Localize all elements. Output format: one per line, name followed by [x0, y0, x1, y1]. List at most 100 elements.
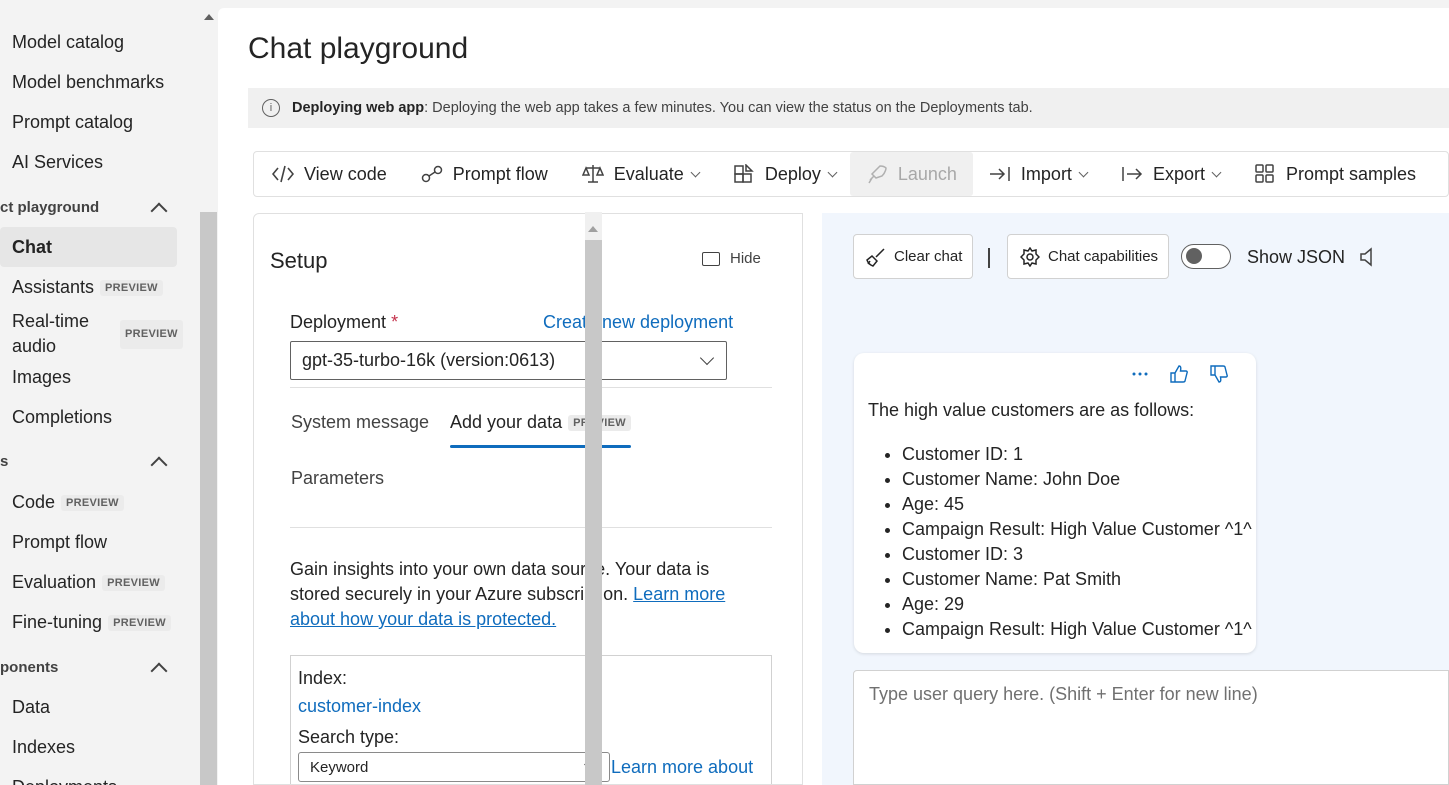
- more-options-icon[interactable]: [1132, 371, 1148, 377]
- nav-assistants[interactable]: Assistants PREVIEW: [12, 277, 163, 298]
- setup-panel: Setup Hide Deployment * Create new deplo…: [253, 213, 803, 785]
- nav-completions[interactable]: Completions: [12, 407, 112, 428]
- deployment-select[interactable]: gpt-35-turbo-16k (version:0613): [290, 341, 727, 380]
- chevron-down-icon: [690, 167, 701, 177]
- preview-badge: PREVIEW: [102, 574, 165, 591]
- data-description: Gain insights into your own data source.…: [290, 559, 726, 629]
- user-query-input[interactable]: Type user query here. (Shift + Enter for…: [853, 670, 1449, 785]
- grid-icon: [1254, 164, 1276, 184]
- scroll-up-arrow-icon[interactable]: [588, 226, 598, 232]
- prompt-flow-button[interactable]: Prompt flow: [421, 152, 548, 196]
- toggle-knob: [1186, 248, 1202, 264]
- hide-button[interactable]: Hide: [702, 250, 761, 267]
- scrollbar-thumb[interactable]: [200, 212, 217, 785]
- scrollbar-thumb[interactable]: [585, 240, 602, 785]
- import-button[interactable]: Import: [989, 152, 1089, 196]
- nav-code[interactable]: Code PREVIEW: [12, 492, 124, 513]
- preview-badge: PREVIEW: [120, 319, 183, 349]
- nav-model-catalog[interactable]: Model catalog: [12, 32, 124, 53]
- banner-title: Deploying web app: [292, 100, 425, 116]
- divider: [290, 387, 772, 388]
- section-playground-heading[interactable]: ct playground: [0, 199, 99, 216]
- scale-icon: [581, 164, 604, 184]
- prompt-samples-button[interactable]: Prompt samples: [1254, 152, 1416, 196]
- banner-text: : Deploying the web app takes a few minu…: [424, 100, 1033, 116]
- sidebar-scrollbar[interactable]: [200, 0, 217, 785]
- info-icon: i: [262, 99, 280, 117]
- tab-add-your-data[interactable]: Add your data PREVIEW: [450, 412, 631, 433]
- thumbs-up-icon[interactable]: [1170, 365, 1188, 383]
- search-type-label: Search type:: [298, 727, 400, 747]
- nav-fine-tuning[interactable]: Fine-tuning PREVIEW: [12, 612, 171, 633]
- nav-images[interactable]: Images: [12, 367, 71, 388]
- nav-chat[interactable]: Chat: [12, 237, 52, 258]
- export-button[interactable]: Export: [1121, 152, 1222, 196]
- query-placeholder: Type user query here. (Shift + Enter for…: [869, 684, 1258, 704]
- cube-icon: [733, 164, 755, 184]
- section-components-heading[interactable]: ponents: [0, 659, 58, 676]
- search-type-select[interactable]: Keyword: [298, 752, 610, 782]
- chevron-down-icon: [1211, 167, 1222, 177]
- separator: [988, 248, 990, 268]
- nav-realtime-audio[interactable]: Real-time audio PREVIEW: [12, 309, 183, 359]
- tab-parameters[interactable]: Parameters: [291, 468, 384, 489]
- deploy-button[interactable]: Deploy: [733, 152, 838, 196]
- preview-badge: PREVIEW: [100, 279, 163, 296]
- list-item: Customer ID: 1: [902, 442, 1252, 467]
- show-json-label: Show JSON: [1247, 247, 1346, 267]
- launch-button[interactable]: Launch: [849, 152, 973, 196]
- sidebar: Model catalog Model benchmarks Prompt ca…: [0, 0, 200, 785]
- broom-icon: [866, 247, 886, 267]
- nav-prompt-catalog[interactable]: Prompt catalog: [12, 112, 133, 133]
- show-json-toggle[interactable]: [1181, 244, 1231, 269]
- code-icon: [272, 165, 294, 183]
- evaluate-button[interactable]: Evaluate: [581, 152, 701, 196]
- list-item: Age: 45: [902, 492, 1252, 517]
- export-icon: [1121, 165, 1143, 183]
- nav-data[interactable]: Data: [12, 697, 50, 718]
- list-item: Age: 29: [902, 592, 1252, 617]
- setup-title: Setup: [270, 248, 328, 273]
- section-tools-heading[interactable]: s: [0, 453, 8, 470]
- scroll-up-arrow-icon[interactable]: [204, 14, 214, 20]
- list-item: Campaign Result: High Value Customer ^1^: [902, 617, 1252, 642]
- active-tab-indicator: [450, 445, 631, 448]
- assistant-message: The high value customers are as follows:…: [854, 353, 1256, 653]
- message-list: Customer ID: 1 Customer Name: John Doe A…: [902, 442, 1252, 642]
- setup-scrollbar[interactable]: [585, 212, 602, 785]
- tab-system-message[interactable]: System message: [291, 412, 429, 433]
- info-banner: i Deploying web app: Deploying the web a…: [248, 88, 1449, 128]
- learn-more-link[interactable]: Learn more about: [611, 757, 753, 778]
- thumbs-down-icon[interactable]: [1210, 365, 1228, 383]
- nav-deployments[interactable]: Deployments: [12, 777, 117, 785]
- view-code-button[interactable]: View code: [272, 152, 387, 196]
- nav-prompt-flow[interactable]: Prompt flow: [12, 532, 107, 553]
- clear-chat-button[interactable]: Clear chat: [853, 234, 974, 279]
- flow-icon: [421, 165, 443, 183]
- import-icon: [989, 165, 1011, 183]
- nav-indexes[interactable]: Indexes: [12, 737, 75, 758]
- chevron-up-icon[interactable]: [150, 202, 168, 220]
- chevron-down-icon: [699, 350, 715, 366]
- panel-collapse-icon: [702, 251, 720, 266]
- divider: [290, 527, 772, 528]
- nav-ai-services[interactable]: AI Services: [12, 152, 103, 173]
- list-item: Customer Name: John Doe: [902, 467, 1252, 492]
- chevron-up-icon[interactable]: [150, 662, 168, 680]
- deployment-label: Deployment *: [290, 312, 399, 332]
- preview-badge: PREVIEW: [61, 494, 124, 511]
- chat-capabilities-button[interactable]: Chat capabilities: [1007, 234, 1170, 279]
- chevron-up-icon[interactable]: [150, 456, 168, 474]
- message-intro: The high value customers are as follows:: [868, 400, 1195, 420]
- nav-model-benchmarks[interactable]: Model benchmarks: [12, 72, 164, 93]
- gear-icon: [1020, 246, 1040, 267]
- list-item: Campaign Result: High Value Customer ^1^: [902, 517, 1252, 542]
- preview-badge: PREVIEW: [108, 614, 171, 631]
- index-label: Index:: [298, 668, 348, 688]
- page-title: Chat playground: [248, 32, 469, 65]
- index-link[interactable]: customer-index: [298, 696, 421, 717]
- speaker-icon[interactable]: [1360, 247, 1376, 272]
- nav-evaluation[interactable]: Evaluation PREVIEW: [12, 572, 165, 593]
- chevron-down-icon: [1078, 167, 1089, 177]
- create-deployment-link[interactable]: Create new deployment: [543, 312, 733, 333]
